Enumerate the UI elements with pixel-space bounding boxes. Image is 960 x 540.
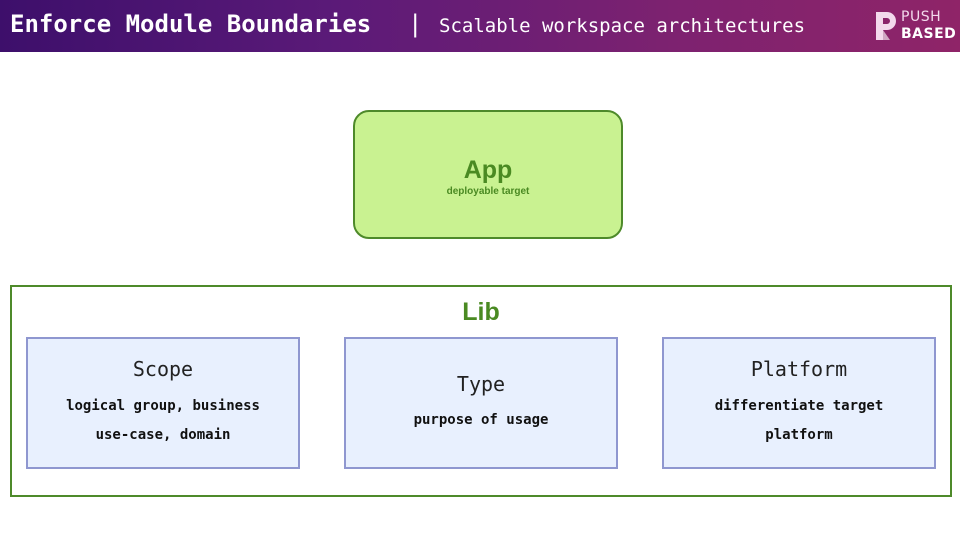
type-card-line-1: purpose of usage <box>413 412 549 428</box>
logo-text-push: PUSH <box>901 9 942 25</box>
slide: Enforce Module Boundaries | Scalable wor… <box>0 0 960 540</box>
scope-card-line-1: logical group, business <box>66 398 260 414</box>
type-card: Type purpose of usage <box>344 337 618 469</box>
lib-container: Lib Scope logical group, business use-ca… <box>10 285 952 497</box>
app-subtitle: deployable target <box>446 186 530 197</box>
type-card-title: Type <box>456 372 506 396</box>
logo-text-based: BASED <box>901 26 957 42</box>
scope-card-title: Scope <box>132 357 194 381</box>
app-node: App deployable target <box>353 110 623 239</box>
header-subtitle: Scalable workspace architectures <box>439 15 806 37</box>
header-separator: | <box>408 10 423 38</box>
app-title: App <box>463 156 513 184</box>
platform-card: Platform differentiate target platform <box>662 337 936 469</box>
platform-card-line-1: differentiate target <box>714 398 884 414</box>
scope-card-line-2: use-case, domain <box>95 427 231 443</box>
platform-card-line-2: platform <box>765 427 833 443</box>
push-based-logo: PUSH BASED <box>874 9 958 43</box>
scope-card: Scope logical group, business use-case, … <box>26 337 300 469</box>
lib-title: Lib <box>462 298 500 326</box>
header-title: Enforce Module Boundaries <box>10 10 372 38</box>
platform-card-title: Platform <box>750 357 848 381</box>
header-bar: Enforce Module Boundaries | Scalable wor… <box>0 0 960 52</box>
push-based-logo-icon <box>876 12 896 40</box>
